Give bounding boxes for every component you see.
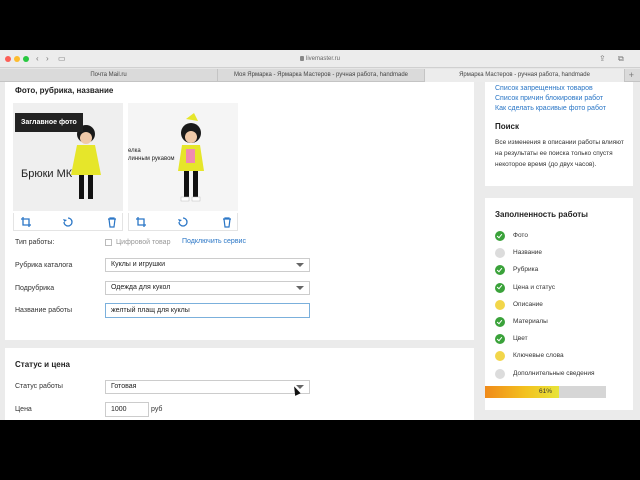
rotate-icon[interactable] [177, 216, 189, 228]
completeness-card: Заполненность работы Фото Название Рубрика… [485, 198, 633, 410]
back-arrow-icon[interactable]: ‹ [36, 54, 39, 64]
status-circle-icon [495, 368, 505, 379]
tab-label: Почта Mail.ru [90, 72, 127, 78]
second-photo[interactable]: елка линным рукавом [128, 103, 238, 211]
caption-line: линным рукавом [128, 156, 175, 162]
completeness-item-label: Дополнительные сведения [513, 369, 595, 377]
digital-product-label: Цифровой товар [116, 239, 171, 246]
search-description: Все изменения в описании работы влияют н… [495, 139, 624, 168]
block-reasons-link[interactable]: Список причин блокировки работ [495, 95, 603, 102]
work-name-input[interactable]: желтый плащ для куклы [105, 303, 310, 318]
close-window-button[interactable] [5, 56, 11, 62]
status-select[interactable]: Готовая [105, 380, 310, 394]
status-circle-icon [495, 299, 505, 310]
progress-label: 61% [538, 388, 552, 395]
checkmark-icon [496, 335, 503, 342]
minimize-window-button[interactable] [14, 56, 20, 62]
tab-livemaster[interactable]: Ярмарка Мастеров - ручная работа, handma… [425, 69, 625, 82]
completeness-item-label: Рубрика [513, 266, 539, 274]
tab-label: Моя Ярмарка - Ярмарка Мастеров - ручная … [233, 72, 409, 78]
rotate-icon[interactable] [62, 216, 74, 228]
photo-actions [128, 213, 238, 231]
page-content: Фото, рубрика, название Заглавное фото Б… [0, 82, 640, 420]
photo-tips-link[interactable]: Как сделать красивые фото работ [495, 105, 606, 112]
chevron-down-icon [296, 286, 304, 290]
select-value: Готовая [111, 383, 137, 390]
trash-icon[interactable] [106, 216, 118, 228]
cover-photo-badge: Заглавное фото [15, 113, 83, 132]
status-price-card: Статус и цена Статус работы Готовая Цена… [5, 348, 474, 420]
check-circle-icon [495, 231, 505, 241]
forbidden-goods-link[interactable]: Список запрещенных товаров [495, 85, 593, 92]
lock-icon [299, 55, 304, 61]
subcatalog-select[interactable]: Одежда для кукол [105, 281, 310, 295]
help-card: Список запрещенных товаров Список причин… [485, 82, 633, 186]
subcatalog-label: Подрубрика [15, 285, 55, 292]
search-title: Поиск [495, 122, 520, 131]
price-input[interactable]: 1000 [105, 402, 149, 417]
check-circle-icon [495, 265, 505, 276]
url-text: livemaster.ru [305, 56, 340, 62]
completeness-title: Заполненность работы [495, 210, 589, 219]
browser-chrome: ‹ › ▭ livemaster.ru ⇪ ⧉ Почта Mail.ru Мо… [0, 50, 640, 82]
crop-icon[interactable] [20, 216, 32, 228]
digital-product-checkbox[interactable] [105, 239, 112, 246]
crop-icon[interactable] [135, 216, 147, 228]
section-title: Статус и цена [15, 360, 70, 369]
tab-mail[interactable]: Почта Mail.ru [0, 69, 218, 82]
forward-arrow-icon[interactable]: › [46, 54, 49, 64]
chevron-down-icon [296, 263, 304, 267]
section-title: Фото, рубрика, название [15, 86, 114, 95]
check-circle-icon [495, 282, 505, 293]
currency-label: руб [151, 406, 163, 413]
completeness-item-label: Материалы [513, 318, 548, 325]
catalog-label: Рубрика каталога [15, 262, 73, 269]
tabs-overview-icon[interactable]: ⧉ [618, 54, 624, 64]
status-circle-icon [495, 351, 505, 362]
tab-label: Ярмарка Мастеров - ручная работа, handma… [459, 72, 590, 78]
checkmark-icon [496, 283, 503, 290]
photo-caption: Брюки МК [21, 168, 73, 180]
price-label: Цена [15, 406, 32, 413]
completeness-progress: 61% [485, 386, 606, 398]
photo-category-card: Фото, рубрика, название Заглавное фото Б… [5, 82, 474, 340]
share-icon[interactable]: ⇪ [599, 54, 606, 64]
trash-icon[interactable] [221, 216, 233, 228]
maximize-window-button[interactable] [23, 56, 29, 62]
checkmark-icon [496, 232, 503, 238]
sidebar-icon[interactable]: ▭ [58, 54, 66, 64]
tab-bar: Почта Mail.ru Моя Ярмарка - Ярмарка Маст… [0, 69, 640, 82]
select-value: Одежда для кукол [111, 284, 171, 291]
work-name-label: Название работы [15, 307, 72, 314]
checkmark-icon [496, 318, 503, 324]
tab-my-fair[interactable]: Моя Ярмарка - Ярмарка Мастеров - ручная … [218, 69, 425, 82]
caption-line: елка [128, 148, 141, 154]
photo-caption: елка линным рукавом [128, 147, 175, 163]
address-bar[interactable]: livemaster.ru [245, 54, 395, 65]
new-tab-button[interactable]: + [629, 69, 634, 82]
completeness-item-label: Ключевые слова [513, 352, 564, 360]
completeness-item-label: Цвет [513, 335, 528, 343]
catalog-select[interactable]: Куклы и игрушки [105, 258, 310, 272]
connect-service-link[interactable]: Подключить сервис [182, 238, 246, 245]
status-circle-icon [495, 248, 505, 259]
browser-toolbar: ‹ › ▭ livemaster.ru ⇪ ⧉ [0, 50, 640, 68]
work-type-label: Тип работы: [15, 239, 55, 246]
screen: ‹ › ▭ livemaster.ru ⇪ ⧉ Почта Mail.ru Мо… [0, 0, 640, 480]
select-value: Куклы и игрушки [111, 261, 166, 268]
status-label: Статус работы [15, 383, 63, 390]
completeness-item-label: Фото [513, 232, 528, 239]
checkmark-icon [496, 266, 503, 273]
completeness-item-label: Цена и статус [513, 283, 555, 291]
check-circle-icon [495, 317, 505, 327]
check-circle-icon [495, 334, 505, 345]
completeness-item-label: Название [513, 249, 543, 257]
main-photo[interactable]: Заглавное фото Брюки МК [13, 103, 123, 211]
completeness-item-label: Описание [513, 300, 543, 308]
photo-actions [13, 213, 123, 231]
